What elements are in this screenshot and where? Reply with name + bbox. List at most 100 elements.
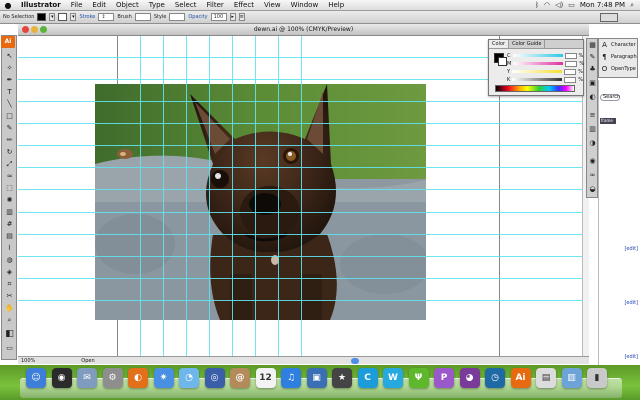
graph-tool-icon[interactable]: ▥ bbox=[4, 208, 15, 217]
mesh-tool-icon[interactable]: # bbox=[4, 220, 15, 229]
blend-tool-icon[interactable]: ◍ bbox=[4, 256, 15, 265]
swatches-panel-icon[interactable]: ▦ bbox=[588, 41, 597, 50]
magic-wand-tool-icon[interactable]: ✧ bbox=[4, 64, 15, 73]
rectangle-tool-icon[interactable]: □ bbox=[4, 112, 15, 121]
image-capture-dock-icon[interactable]: ◎ bbox=[204, 368, 225, 388]
menu-window[interactable]: Window bbox=[286, 0, 324, 11]
trash-dock-icon[interactable]: ▮ bbox=[587, 368, 607, 388]
ichat-dock-icon[interactable]: ◔ bbox=[179, 368, 199, 388]
screen-mode-icon[interactable]: ▭ bbox=[4, 344, 15, 353]
illustrator-dock-icon[interactable]: Ai bbox=[510, 368, 531, 388]
dashboard-dock-icon[interactable]: ◉ bbox=[51, 368, 72, 388]
yellow-value-field[interactable] bbox=[564, 68, 577, 75]
edit-link[interactable]: [edit] bbox=[624, 354, 638, 360]
menu-type[interactable]: Type bbox=[144, 0, 170, 11]
menu-edit[interactable]: Edit bbox=[87, 0, 111, 11]
brush-field[interactable] bbox=[134, 13, 151, 21]
background-search-field[interactable]: Search bbox=[600, 94, 620, 101]
firefox-dock-icon[interactable]: ◐ bbox=[128, 368, 148, 388]
preview-doc-dock-icon[interactable]: ▤ bbox=[536, 368, 556, 388]
pen-tool-icon[interactable]: ✒ bbox=[4, 76, 15, 85]
bluetooth-icon[interactable]: ᛒ bbox=[535, 1, 539, 9]
stroke-swatch[interactable] bbox=[58, 13, 68, 21]
workspace-switcher[interactable] bbox=[600, 12, 618, 22]
horizontal-scroll-thumb[interactable] bbox=[350, 357, 359, 364]
background-window[interactable]: Search frame [edit] [edit] [edit] bbox=[598, 80, 640, 365]
black-value-field[interactable] bbox=[564, 76, 577, 83]
hand-tool-icon[interactable]: ✋ bbox=[4, 304, 15, 313]
scale-tool-icon[interactable]: ⤢ bbox=[4, 160, 15, 169]
selection-tool-icon[interactable]: ↖ bbox=[4, 52, 15, 61]
yellow-slider[interactable] bbox=[512, 70, 563, 73]
system-preferences-dock-icon[interactable]: ⚙ bbox=[102, 368, 123, 388]
ical-dock-icon[interactable]: 12 bbox=[255, 368, 276, 388]
magenta-slider[interactable] bbox=[513, 62, 564, 65]
gradient-tool-icon[interactable]: ▤ bbox=[4, 232, 15, 241]
minimize-button[interactable] bbox=[31, 26, 38, 33]
symbol-sprayer-tool-icon[interactable]: ✺ bbox=[4, 196, 15, 205]
edit-link[interactable]: [edit] bbox=[624, 246, 638, 252]
mail-dock-icon[interactable]: ✉ bbox=[77, 368, 97, 388]
panel-menu-icon[interactable]: ≡ bbox=[238, 13, 245, 21]
rotate-tool-icon[interactable]: ↻ bbox=[4, 148, 15, 157]
fill-stroke-icon[interactable]: ◧ bbox=[4, 330, 15, 339]
magenta-value-field[interactable] bbox=[565, 60, 578, 67]
opacity-dropdown[interactable]: ▸ bbox=[229, 13, 236, 21]
apple-menu-icon[interactable]: ● bbox=[0, 1, 16, 10]
stroke-color-swatch[interactable] bbox=[498, 57, 507, 66]
adobe-app-5-dock-icon[interactable]: ◕ bbox=[459, 368, 480, 388]
character-panel-item[interactable]: A Character bbox=[601, 41, 636, 49]
adobe-app-4-dock-icon[interactable]: P bbox=[434, 368, 454, 388]
zoom-level[interactable]: 100% bbox=[21, 358, 35, 364]
zoom-tool-icon[interactable]: ⌕ bbox=[4, 316, 15, 325]
time-machine-dock-icon[interactable]: ◷ bbox=[485, 368, 505, 388]
itunes-dock-icon[interactable]: ♫ bbox=[281, 368, 301, 388]
graphic-styles-panel-icon[interactable]: ▣ bbox=[588, 79, 597, 88]
style-field[interactable] bbox=[169, 13, 186, 21]
fill-swatch[interactable] bbox=[37, 13, 47, 21]
address-book-dock-icon[interactable]: @ bbox=[230, 368, 250, 388]
live-paint-tool-icon[interactable]: ◈ bbox=[4, 268, 15, 277]
transparency-panel-icon[interactable]: ◑ bbox=[588, 139, 597, 148]
document-status[interactable]: Open bbox=[81, 358, 94, 364]
scissors-tool-icon[interactable]: ✂ bbox=[4, 292, 15, 301]
brushes-panel-icon[interactable]: ✎ bbox=[588, 53, 597, 62]
pencil-tool-icon[interactable]: ✏ bbox=[4, 136, 15, 145]
menu-file[interactable]: File bbox=[66, 0, 88, 11]
stroke-panel-icon[interactable]: ≡ bbox=[588, 111, 597, 120]
fill-dropdown[interactable]: ▾ bbox=[49, 13, 56, 21]
iphoto-dock-icon[interactable]: ▣ bbox=[306, 368, 327, 388]
slice-tool-icon[interactable]: ⌗ bbox=[4, 280, 15, 289]
close-button[interactable] bbox=[22, 26, 29, 33]
spotlight-icon[interactable]: ⌕ bbox=[630, 1, 634, 10]
zoom-button[interactable] bbox=[40, 26, 47, 33]
line-tool-icon[interactable]: ╲ bbox=[4, 100, 15, 109]
color-spectrum-bar[interactable] bbox=[495, 85, 575, 92]
garageband-dock-icon[interactable]: ★ bbox=[332, 368, 352, 388]
adobe-app-3-dock-icon[interactable]: Ψ bbox=[408, 368, 429, 388]
menu-select[interactable]: Select bbox=[170, 0, 202, 11]
warp-tool-icon[interactable]: ≈ bbox=[4, 172, 15, 181]
menubar-clock[interactable]: Mon 7:48 PM bbox=[580, 1, 625, 9]
placed-dog-photo[interactable] bbox=[95, 84, 426, 320]
battery-icon[interactable]: ▭ bbox=[568, 1, 575, 9]
safari-dock-icon[interactable]: ✷ bbox=[153, 368, 174, 388]
adobe-app-2-dock-icon[interactable]: W bbox=[383, 368, 403, 388]
gradient-panel-icon[interactable]: ▥ bbox=[588, 125, 597, 134]
stroke-dropdown[interactable]: ▾ bbox=[70, 13, 77, 21]
type-tool-icon[interactable]: T bbox=[4, 88, 15, 97]
finder-dock-icon[interactable]: ☺ bbox=[26, 368, 46, 388]
paragraph-panel-item[interactable]: ¶ Paragraph bbox=[601, 53, 636, 61]
opentype-panel-item[interactable]: O OpenType bbox=[601, 65, 636, 73]
menu-illustrator[interactable]: Illustrator bbox=[16, 0, 66, 11]
opacity-label[interactable]: Opacity bbox=[188, 14, 207, 20]
layers-panel-icon[interactable]: ◉ bbox=[588, 157, 597, 166]
downloads-folder-dock-icon[interactable]: ▥ bbox=[561, 368, 582, 388]
edit-link[interactable]: [edit] bbox=[624, 300, 638, 306]
appearance-panel-icon[interactable]: ◐ bbox=[588, 93, 597, 102]
cyan-slider[interactable] bbox=[512, 54, 563, 57]
links-panel-icon[interactable]: ∞ bbox=[588, 171, 597, 180]
black-slider[interactable] bbox=[512, 78, 563, 81]
menu-object[interactable]: Object bbox=[111, 0, 144, 11]
free-transform-tool-icon[interactable]: ⬚ bbox=[4, 184, 15, 193]
